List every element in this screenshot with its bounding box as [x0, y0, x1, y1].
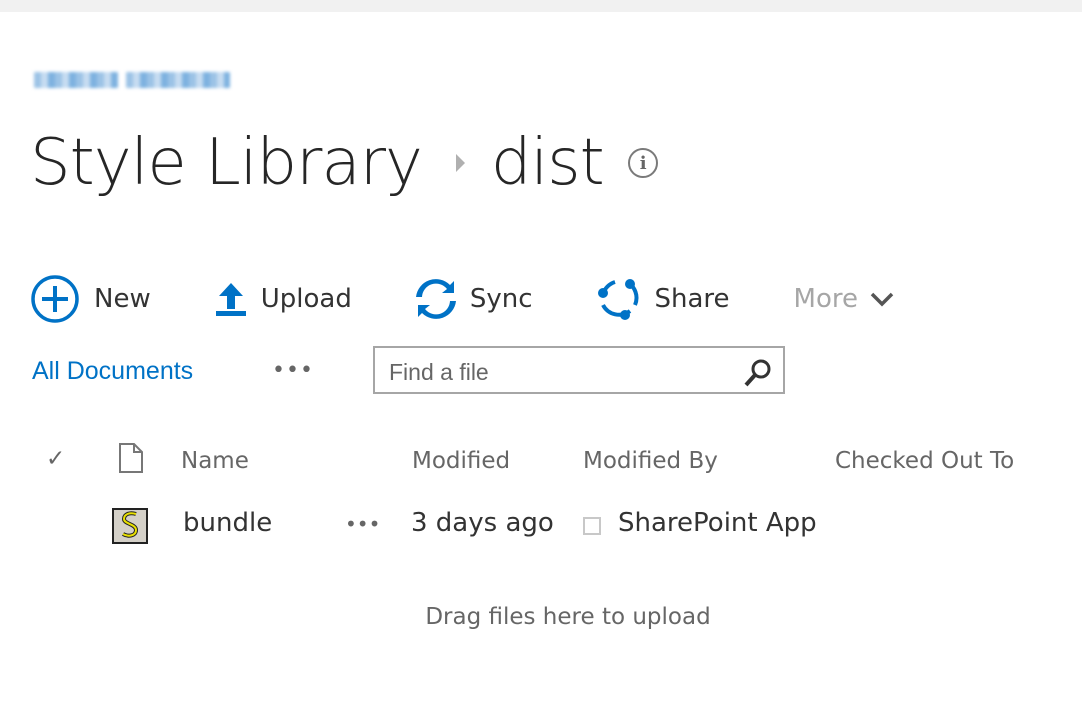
library-link[interactable]: Style Library: [30, 126, 423, 200]
new-button[interactable]: New: [30, 274, 151, 324]
share-button[interactable]: Share: [597, 277, 730, 321]
modified-value: 3 days ago: [411, 508, 554, 538]
upload-label: Upload: [260, 284, 352, 314]
plus-circle-icon: [30, 274, 80, 324]
table-row[interactable]: bundle ••• 3 days ago SharePoint App: [0, 502, 1082, 550]
modified-by-value[interactable]: SharePoint App: [618, 508, 817, 538]
sync-label: Sync: [469, 284, 533, 314]
command-bar: New Upload Sync Share More: [30, 274, 958, 324]
info-circle-icon[interactable]: i: [627, 148, 658, 178]
drop-hint-text: Drag files here to upload: [425, 604, 711, 630]
upload-button[interactable]: Upload: [215, 279, 352, 319]
obscured-site-name-part: [126, 72, 230, 88]
list-header: ✓ Name Modified Modified By Checked Out …: [0, 440, 1082, 484]
find-file-input[interactable]: [387, 356, 731, 388]
share-label: Share: [654, 284, 730, 314]
suite-bar: [0, 0, 1082, 12]
column-header-modified-by[interactable]: Modified By: [583, 448, 718, 474]
drop-zone-hint: Drag files here to upload: [0, 604, 1082, 630]
view-selector[interactable]: All Documents: [32, 357, 193, 386]
share-icon: [597, 277, 641, 321]
column-header-name[interactable]: Name: [181, 448, 249, 474]
column-header-modified[interactable]: Modified: [412, 448, 510, 474]
page-title: Style Library dist i: [30, 118, 658, 208]
sync-button[interactable]: Sync: [415, 277, 533, 321]
more-button[interactable]: More: [794, 284, 894, 314]
file-menu-ellipsis[interactable]: •••: [345, 512, 380, 536]
js-file-icon: [112, 508, 148, 551]
more-label: More: [793, 284, 858, 314]
new-label: New: [94, 284, 151, 314]
presence-checkbox[interactable]: [583, 517, 601, 535]
document-icon[interactable]: [118, 442, 144, 480]
chevron-down-icon: [870, 291, 894, 307]
view-toolbar: All Documents •••: [32, 346, 792, 398]
column-header-checked-out-to[interactable]: Checked Out To: [835, 448, 1014, 474]
site-breadcrumb-link[interactable]: [34, 66, 230, 94]
search-icon[interactable]: [743, 358, 773, 392]
obscured-site-name-part: [34, 72, 118, 88]
view-options-ellipsis[interactable]: •••: [272, 358, 314, 383]
upload-arrow-icon: [215, 279, 247, 319]
select-all-checkmark[interactable]: ✓: [46, 446, 65, 472]
caret-right-icon: [455, 154, 465, 172]
find-file-search-box: [373, 346, 785, 394]
folder-name: dist: [490, 126, 605, 200]
sync-icon: [415, 277, 456, 321]
file-name-link[interactable]: bundle: [183, 508, 272, 538]
